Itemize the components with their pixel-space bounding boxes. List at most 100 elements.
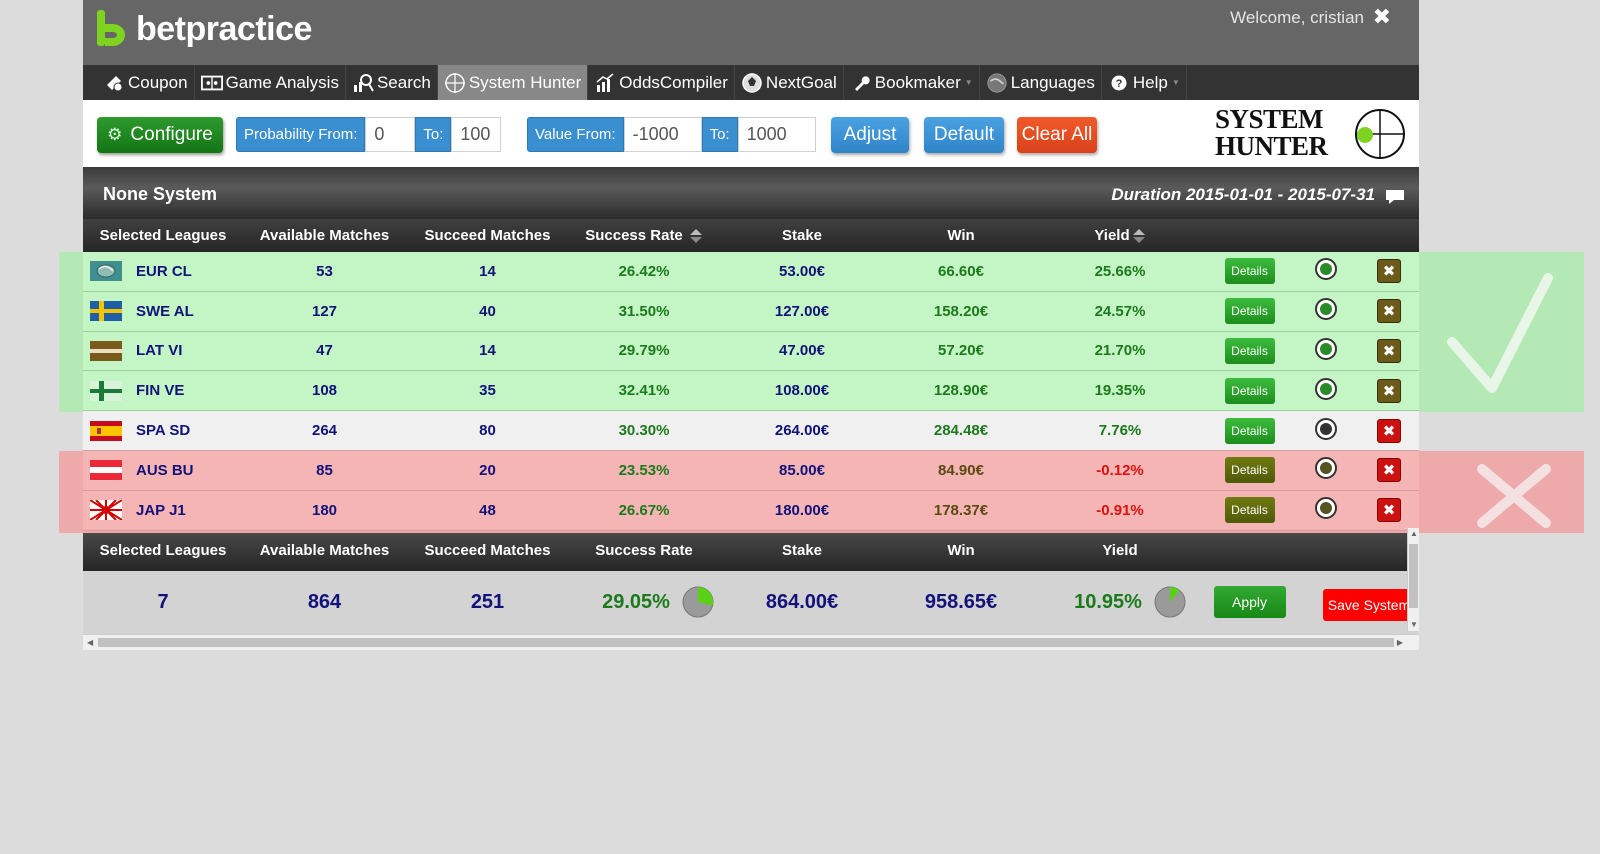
close-icon[interactable]: ✖ [1373,4,1391,30]
remove-icon[interactable]: ✖ [1377,299,1401,324]
flag-aus-icon [90,460,122,481]
sort-icon[interactable] [689,228,703,244]
table-header: Selected Leagues Available Matches Succe… [83,219,1419,252]
remove-icon[interactable]: ✖ [1377,259,1401,284]
nav-item-system-hunter[interactable]: System Hunter [437,65,589,100]
yield-pie [1154,586,1186,618]
select-radio-icon[interactable] [1315,258,1337,281]
win-cell: 66.60€ [938,262,984,280]
duration-text: Duration 2015-01-01 - 2015-07-31 [1111,185,1375,204]
vertical-scroll-thumb[interactable] [1409,544,1418,608]
svg-text:?: ? [1115,78,1122,90]
scroll-left-icon[interactable]: ◀ [87,638,93,647]
remove-icon[interactable]: ✖ [1377,418,1401,443]
scroll-down-icon[interactable]: ▼ [1410,620,1418,629]
summary-leagues: 7 [157,590,169,613]
sort-icon[interactable] [1132,228,1146,244]
summary-yield: 10.95% [1037,586,1203,618]
nav-item-coupon[interactable]: Coupon [97,65,195,100]
clear-all-button[interactable]: Clear All [1017,117,1097,153]
league-name: FIN VE [136,382,185,400]
nav-item-search[interactable]: Search [346,65,438,100]
summary-available: 864 [307,590,342,613]
remove-icon[interactable]: ✖ [1377,338,1401,363]
yield-cell: 19.35% [1094,382,1146,400]
details-button[interactable]: Details [1224,337,1275,364]
nav-item-label: Search [376,72,431,92]
details-button[interactable]: Details [1224,298,1275,325]
horizontal-scrollbar[interactable]: ◀ ▶ [83,633,1419,650]
probability-to-input[interactable] [451,117,502,152]
nav-item-label: Help [1132,72,1168,92]
details-button[interactable]: Details [1224,417,1275,444]
details-button[interactable]: Details [1224,457,1275,484]
select-radio-icon[interactable] [1315,417,1337,440]
value-to-input[interactable] [737,117,816,152]
horizontal-scroll-thumb[interactable] [98,637,1394,647]
league-rows: EUR CL 53 14 26.42% 53.00€ 66.60€ 25.66% Detail… [59,252,1584,533]
col-stake: Stake [781,227,823,244]
flag-spa-icon [90,420,122,441]
remove-icon[interactable]: ✖ [1377,458,1401,483]
nav-item-bookmaker[interactable]: Bookmaker ▼ [844,65,980,100]
details-button[interactable]: Details [1224,497,1275,524]
select-radio-icon[interactable] [1315,377,1337,400]
nav-item-label: Languages [1010,72,1095,92]
vertical-scrollbar[interactable]: ▲ ▼ [1407,528,1419,631]
nav-item-next-goal[interactable]: NextGoal [735,65,844,100]
apply-button[interactable]: Apply [1213,586,1286,619]
select-radio-icon[interactable] [1315,337,1337,360]
probability-from-label: Probability From: [236,117,366,152]
col-yield[interactable]: Yield [1037,227,1203,244]
select-radio-icon[interactable] [1315,497,1337,520]
select-radio-icon[interactable] [1315,298,1337,321]
details-button[interactable]: Details [1224,258,1275,285]
nav-item-languages[interactable]: Languages [980,65,1102,100]
col-success-rate[interactable]: Success Rate [569,227,719,244]
league-cell: LAT VI [83,340,243,361]
nav-item-game-analysis[interactable]: Game Analysis [195,65,346,100]
brand-logo[interactable]: betpractice [95,8,312,50]
summary-win: 958.65€ [924,590,998,613]
toolbar: ⚙ Configure Probability From: To: Value … [83,100,1419,167]
nav-item-odds-compiler[interactable]: OddsCompiler [588,65,735,100]
league-name: SWE AL [136,302,194,320]
league-name: JAP J1 [136,501,186,519]
comment-icon[interactable] [1385,189,1405,205]
details-button[interactable]: Details [1224,377,1275,404]
remove-icon[interactable]: ✖ [1377,378,1401,403]
success-rate-pie [682,586,714,618]
scroll-up-icon[interactable]: ▲ [1410,529,1418,538]
succeed-cell: 20 [479,461,496,479]
sum-col-available: Available Matches [259,542,390,560]
default-button[interactable]: Default [924,117,1004,153]
succeed-cell: 35 [479,382,496,400]
summary-row: 7 864 251 29.05% 864.00€ 958.65€ 10.95% … [83,570,1419,634]
success-rate-cell: 30.30% [618,422,670,440]
league-cell: EUR CL [83,261,243,282]
crosshair-icon [444,72,466,93]
sum-col-succeed: Succeed Matches [424,542,551,560]
adjust-button[interactable]: Adjust [831,117,909,153]
league-cell: SWE AL [83,301,243,322]
scroll-right-icon[interactable]: ▶ [1397,638,1403,647]
remove-icon[interactable]: ✖ [1377,498,1401,523]
nav-item-help[interactable]: ? Help ▼ [1102,65,1187,100]
cross-icon [1477,464,1551,528]
value-from-input[interactable] [623,117,702,152]
success-rate-cell: 26.42% [618,262,670,280]
sum-col-success-rate: Success Rate [595,542,693,560]
configure-button[interactable]: ⚙ Configure [97,117,223,153]
table-row: SPA SD 264 80 30.30% 264.00€ 284.48€ 7.76% Deta… [83,411,1419,451]
yield-cell: -0.91% [1096,501,1144,519]
yield-cell: 21.70% [1094,342,1146,360]
nav-item-label: NextGoal [765,72,837,92]
probability-from-input[interactable] [365,117,416,152]
flag-eur-icon [90,261,122,282]
success-rate-cell: 23.53% [618,461,670,479]
stake-cell: 264.00€ [774,422,830,440]
value-range: Value From: To: [527,117,816,152]
save-system-button[interactable]: Save System [1323,588,1407,621]
select-radio-icon[interactable] [1315,457,1337,480]
available-cell: 264 [311,422,338,440]
